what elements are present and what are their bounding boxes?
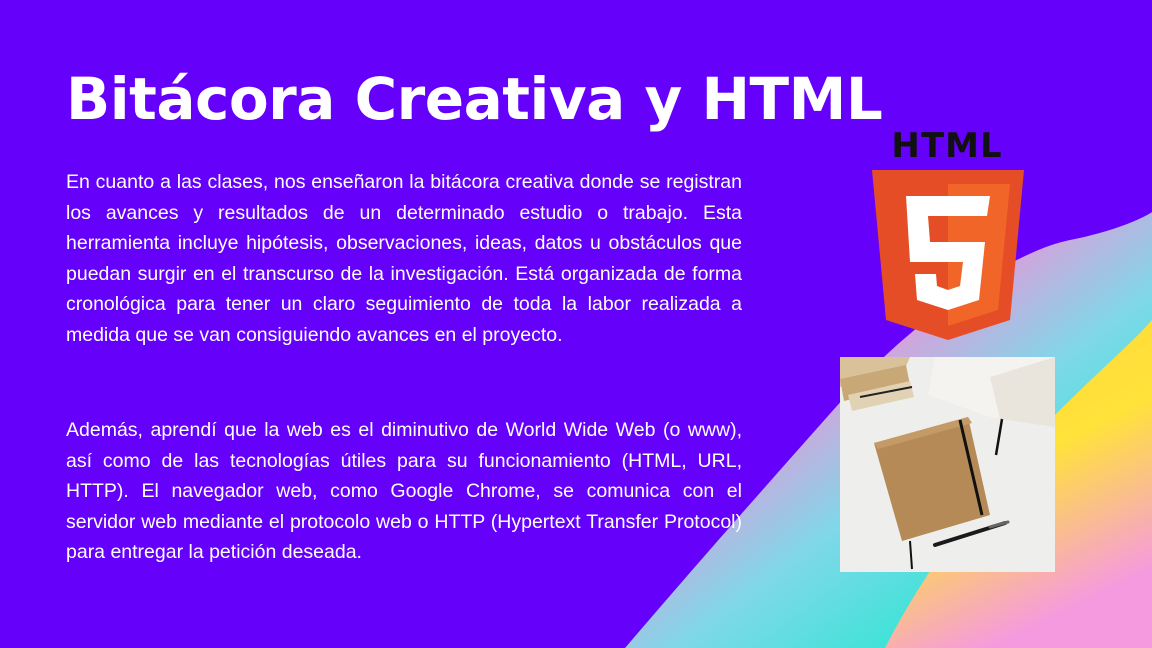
page-title: Bitácora Creativa y HTML [66, 65, 883, 133]
html5-logo-icon: HTML [866, 120, 1032, 344]
notebook-photo [840, 357, 1055, 572]
html5-shield-icon [872, 170, 1024, 340]
paragraph-bitacora: En cuanto a las clases, nos enseñaron la… [66, 171, 742, 346]
html5-logo-word: HTML [891, 126, 1003, 166]
paragraph-web: Además, aprendí que la web es el diminut… [66, 419, 742, 563]
